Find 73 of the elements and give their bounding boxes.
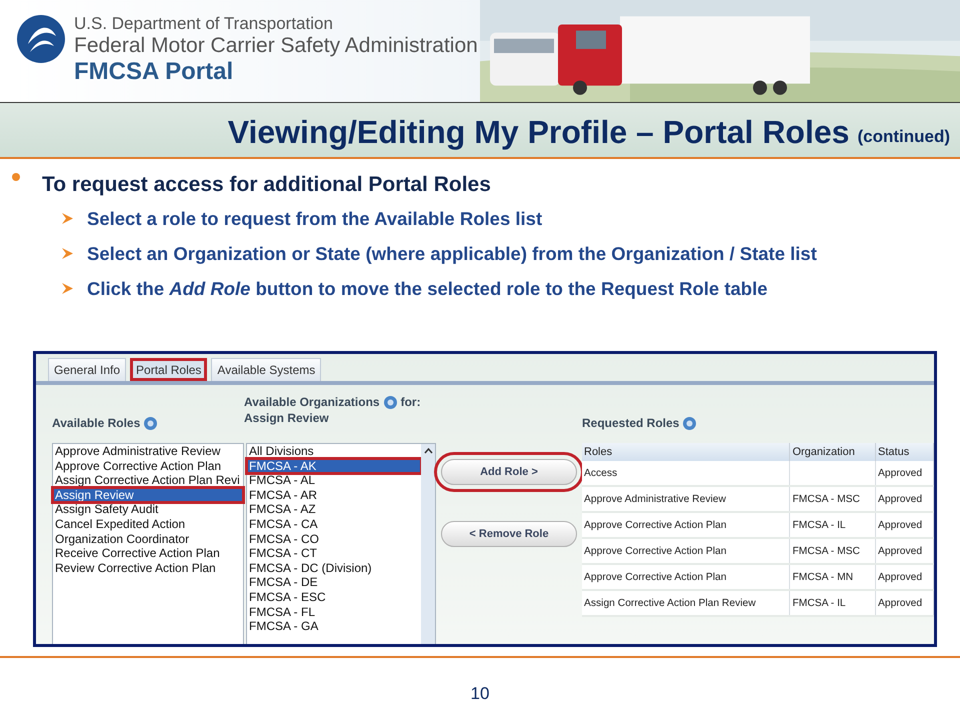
list-item[interactable]: FMCSA - ESC xyxy=(247,590,421,605)
table-cell: FMCSA - IL xyxy=(792,520,846,530)
table-cell: Approve Corrective Action Plan xyxy=(584,520,727,530)
list-item[interactable]: FMCSA - CA xyxy=(247,516,421,532)
table-cell: FMCSA - MSC xyxy=(792,494,860,504)
slide-title: Viewing/Editing My Profile – Portal Roles xyxy=(228,114,850,151)
list-item[interactable]: Assign Corrective Action Plan Revi xyxy=(53,473,243,488)
section-heading: Requested Roles xyxy=(582,416,680,430)
help-icon[interactable] xyxy=(144,416,158,430)
column-header: Roles xyxy=(582,443,790,461)
list-item[interactable]: Approve Administrative Review xyxy=(53,444,243,459)
list-item[interactable]: FMCSA - AK xyxy=(247,458,421,474)
list-item[interactable]: FMCSA - AR xyxy=(247,488,421,502)
bullet-dot-icon xyxy=(12,173,20,181)
list-item[interactable]: FMCSA - DC (Division) xyxy=(247,560,421,576)
logo-icon xyxy=(16,14,66,64)
page-number: 10 xyxy=(470,684,490,704)
list-item[interactable]: Organization Coordinator xyxy=(53,532,243,546)
list-item[interactable]: Assign Review xyxy=(53,488,243,502)
table-cell: FMCSA - MSC xyxy=(792,546,860,556)
list-item[interactable]: Receive Corrective Action Plan xyxy=(53,546,243,561)
list-item[interactable]: Approve Corrective Action Plan xyxy=(53,458,243,474)
table-cell: Approved xyxy=(878,494,922,504)
bullet-text: To request access for additional Portal Roles xyxy=(42,173,491,197)
list-item[interactable]: Review Corrective Action Plan xyxy=(53,560,243,576)
title-suffix: (continued) xyxy=(857,127,950,148)
administration-name: Federal Motor Carrier Safety Administration xyxy=(74,34,478,58)
list-item[interactable]: Assign Safety Audit xyxy=(53,502,243,517)
table-cell: FMCSA - IL xyxy=(792,598,846,608)
arrow-bullet-icon xyxy=(62,248,73,259)
organizations-listbox[interactable]: All Divisions FMCSA - AK FMCSA - AL FMCSA - AR FMCSA - AZ FMCSA - CA FMCSA - CO FMCSA - CT FMCSA - DC (Division) FMCSA - DE FMCSA - ESC FMCSA - FL FMCSA - GA xyxy=(246,443,436,644)
bullet-text: Select an Organization or State (where applicable) from the Organization / State list xyxy=(87,242,817,266)
arrow-bullet-icon xyxy=(62,282,73,294)
list-item[interactable]: Cancel Expedited Action xyxy=(53,516,243,532)
list-item[interactable]: FMCSA - CT xyxy=(247,546,421,561)
section-heading: Available Organizations xyxy=(244,395,380,409)
tab[interactable]: Portal Roles xyxy=(130,358,208,381)
table-cell: Approved xyxy=(878,520,922,530)
action-button[interactable]: < Remove Role xyxy=(441,521,577,547)
agency-name: U.S. Department of Transportation xyxy=(74,14,334,34)
arrow-bullet-icon xyxy=(62,213,73,224)
help-icon[interactable] xyxy=(683,416,696,430)
column-header: Status xyxy=(876,443,934,461)
bullet-text: Click the Add Role button to move the selected role to the Request Role table xyxy=(87,276,768,301)
table-cell: Approved xyxy=(878,468,922,478)
list-item[interactable]: FMCSA - AZ xyxy=(247,502,421,517)
tab[interactable]: Available Systems xyxy=(211,358,322,381)
list-item[interactable]: FMCSA - CO xyxy=(247,532,421,546)
list-item[interactable]: FMCSA - AL xyxy=(247,473,421,488)
list-item[interactable]: FMCSA - GA xyxy=(247,619,421,634)
list-item[interactable]: All Divisions xyxy=(247,444,421,459)
column-header: Organization xyxy=(790,443,876,461)
table-cell: Access xyxy=(584,468,618,478)
table-cell: Approved xyxy=(878,546,922,556)
selected-role-name: Assign Review xyxy=(244,411,329,425)
scrollbar[interactable] xyxy=(421,444,435,644)
table-cell: Assign Corrective Action Plan Review xyxy=(584,598,756,608)
table-cell: Approved xyxy=(878,598,922,608)
help-icon[interactable] xyxy=(384,396,397,408)
scroll-up-icon[interactable] xyxy=(424,448,432,454)
table-cell: Approve Administrative Review xyxy=(584,494,726,504)
table-cell: Approve Corrective Action Plan xyxy=(584,572,727,582)
table-cell: Approved xyxy=(878,572,922,582)
bullet-text: Select a role to request from the Available Roles list xyxy=(87,207,542,231)
list-item[interactable]: FMCSA - FL xyxy=(247,604,421,620)
table-cell: Approve Corrective Action Plan xyxy=(584,546,727,556)
table-cell: FMCSA - MN xyxy=(792,572,854,582)
portal-name: FMCSA Portal xyxy=(74,58,234,86)
for-label: for: xyxy=(400,395,421,409)
roles-listbox[interactable] xyxy=(52,443,244,644)
list-item[interactable]: FMCSA - DE xyxy=(247,575,421,590)
tab[interactable]: General Info xyxy=(48,358,126,381)
section-heading: Available Roles xyxy=(52,416,140,430)
